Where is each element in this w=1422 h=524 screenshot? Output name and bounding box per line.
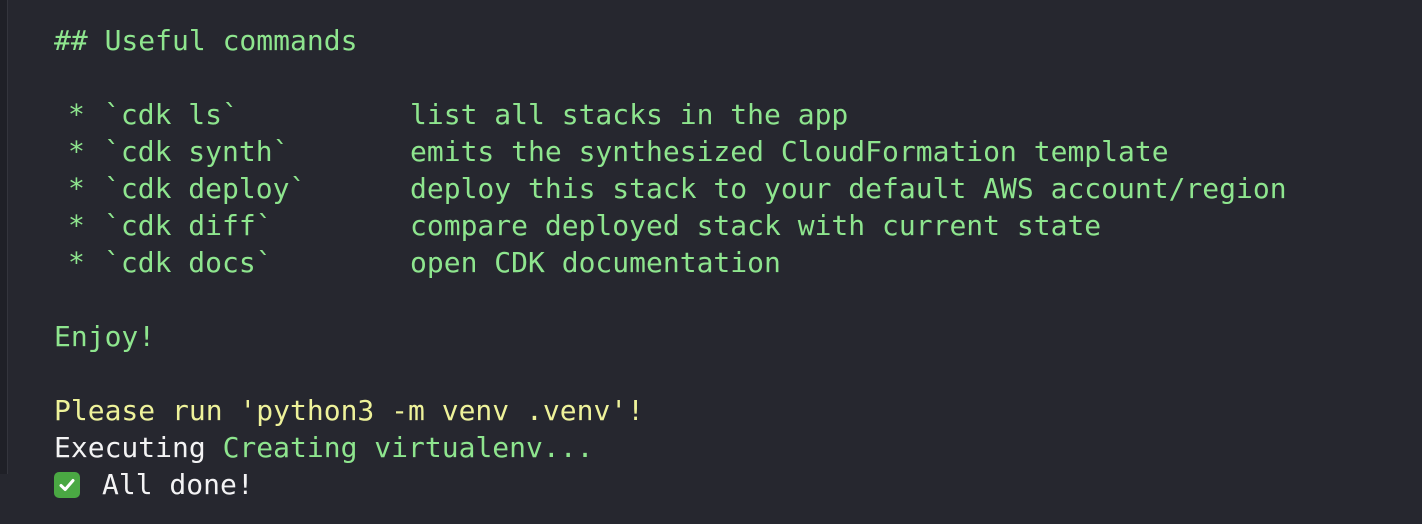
bullet: * xyxy=(68,98,85,131)
bullet: * xyxy=(68,209,85,242)
command-row: * `cdk diff` compare deployed stack with c… xyxy=(54,207,1404,244)
venv-instruction: Please run 'python3 -m venv .venv'! xyxy=(54,394,645,427)
check-mark-icon xyxy=(54,472,80,498)
command-name: `cdk docs` xyxy=(104,246,273,279)
command-name: `cdk ls` xyxy=(104,98,239,131)
command-row: * `cdk docs` open CDK documentation xyxy=(54,244,1404,281)
useful-commands-heading: ## Useful commands xyxy=(54,24,358,57)
command-description: compare deployed stack with current stat… xyxy=(410,209,1102,242)
command-row: * `cdk ls` list all stacks in the app xyxy=(54,96,1404,133)
bullet: * xyxy=(68,246,85,279)
done-text: All done! xyxy=(102,468,254,501)
command-name: `cdk deploy` xyxy=(104,172,307,205)
enjoy-text: Enjoy! xyxy=(54,320,156,353)
executing-line: Executing Creating virtualenv... xyxy=(54,429,1404,466)
command-name: `cdk synth` xyxy=(104,135,290,168)
command-description: emits the synthesized CloudFormation tem… xyxy=(410,135,1169,168)
command-description: open CDK documentation xyxy=(410,246,781,279)
command-row: * `cdk deploy` deploy this stack to your d… xyxy=(54,170,1404,207)
command-name: `cdk diff` xyxy=(104,209,273,242)
bullet: * xyxy=(68,135,85,168)
command-description: list all stacks in the app xyxy=(410,98,849,131)
command-row: * `cdk synth` emits the synthesized CloudF… xyxy=(54,133,1404,170)
bullet: * xyxy=(68,172,85,205)
terminal-output: ## Useful commands * `cdk ls` list all sta… xyxy=(54,22,1404,503)
executing-label: Executing xyxy=(54,431,206,464)
done-line: All done! xyxy=(54,466,1404,503)
command-description: deploy this stack to your default AWS ac… xyxy=(410,172,1287,205)
executing-task: Creating virtualenv... xyxy=(222,431,594,464)
window-left-edge xyxy=(0,0,8,474)
